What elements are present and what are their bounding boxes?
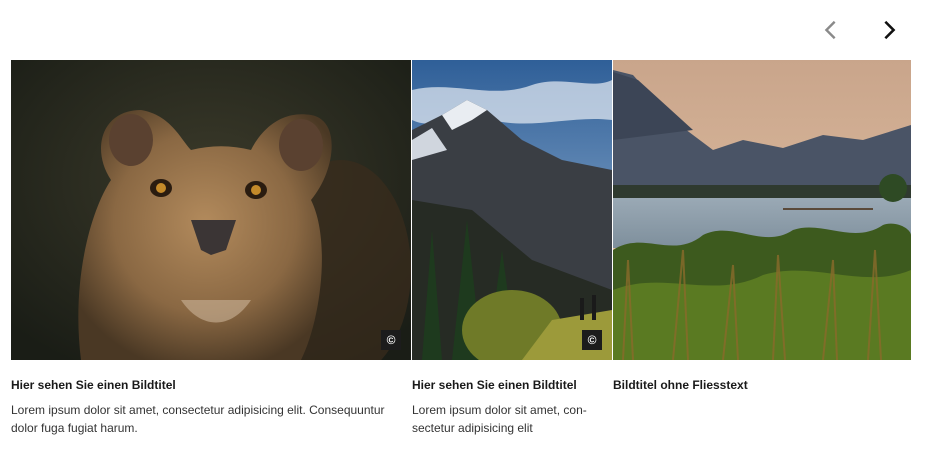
next-button[interactable] bbox=[875, 16, 903, 44]
previous-button[interactable] bbox=[817, 16, 845, 44]
card-title: Hier sehen Sie einen Bildtitel bbox=[412, 378, 577, 392]
carousel-navigation bbox=[817, 16, 903, 44]
card-title: Bildtitel ohne Fliesstext bbox=[613, 378, 748, 392]
lake-reeds-photo bbox=[613, 60, 911, 360]
chevron-right-icon bbox=[884, 20, 896, 40]
carousel-slide[interactable]: Bildtitel ohne Fliesstext bbox=[613, 60, 911, 393]
chevron-left-icon bbox=[824, 20, 836, 40]
carousel-slide[interactable]: © Hier sehen Sie einen Bildtitel Lorem i… bbox=[11, 60, 411, 437]
card-text: Lorem ipsum dolor sit amet, con- sectetu… bbox=[412, 403, 587, 435]
copyright-badge[interactable]: © bbox=[582, 330, 602, 350]
copyright-badge[interactable]: © bbox=[381, 330, 401, 350]
card-text: Lorem ipsum dolor sit amet, consectetur … bbox=[11, 403, 385, 435]
lioness-photo: © bbox=[11, 60, 411, 360]
mountain-hikers-photo: © bbox=[412, 60, 612, 360]
image-carousel: © Hier sehen Sie einen Bildtitel Lorem i… bbox=[11, 60, 911, 474]
carousel-slide[interactable]: © Hier sehen Sie einen Bildtitel Lorem i… bbox=[412, 60, 612, 437]
card-title: Hier sehen Sie einen Bildtitel bbox=[11, 378, 176, 392]
